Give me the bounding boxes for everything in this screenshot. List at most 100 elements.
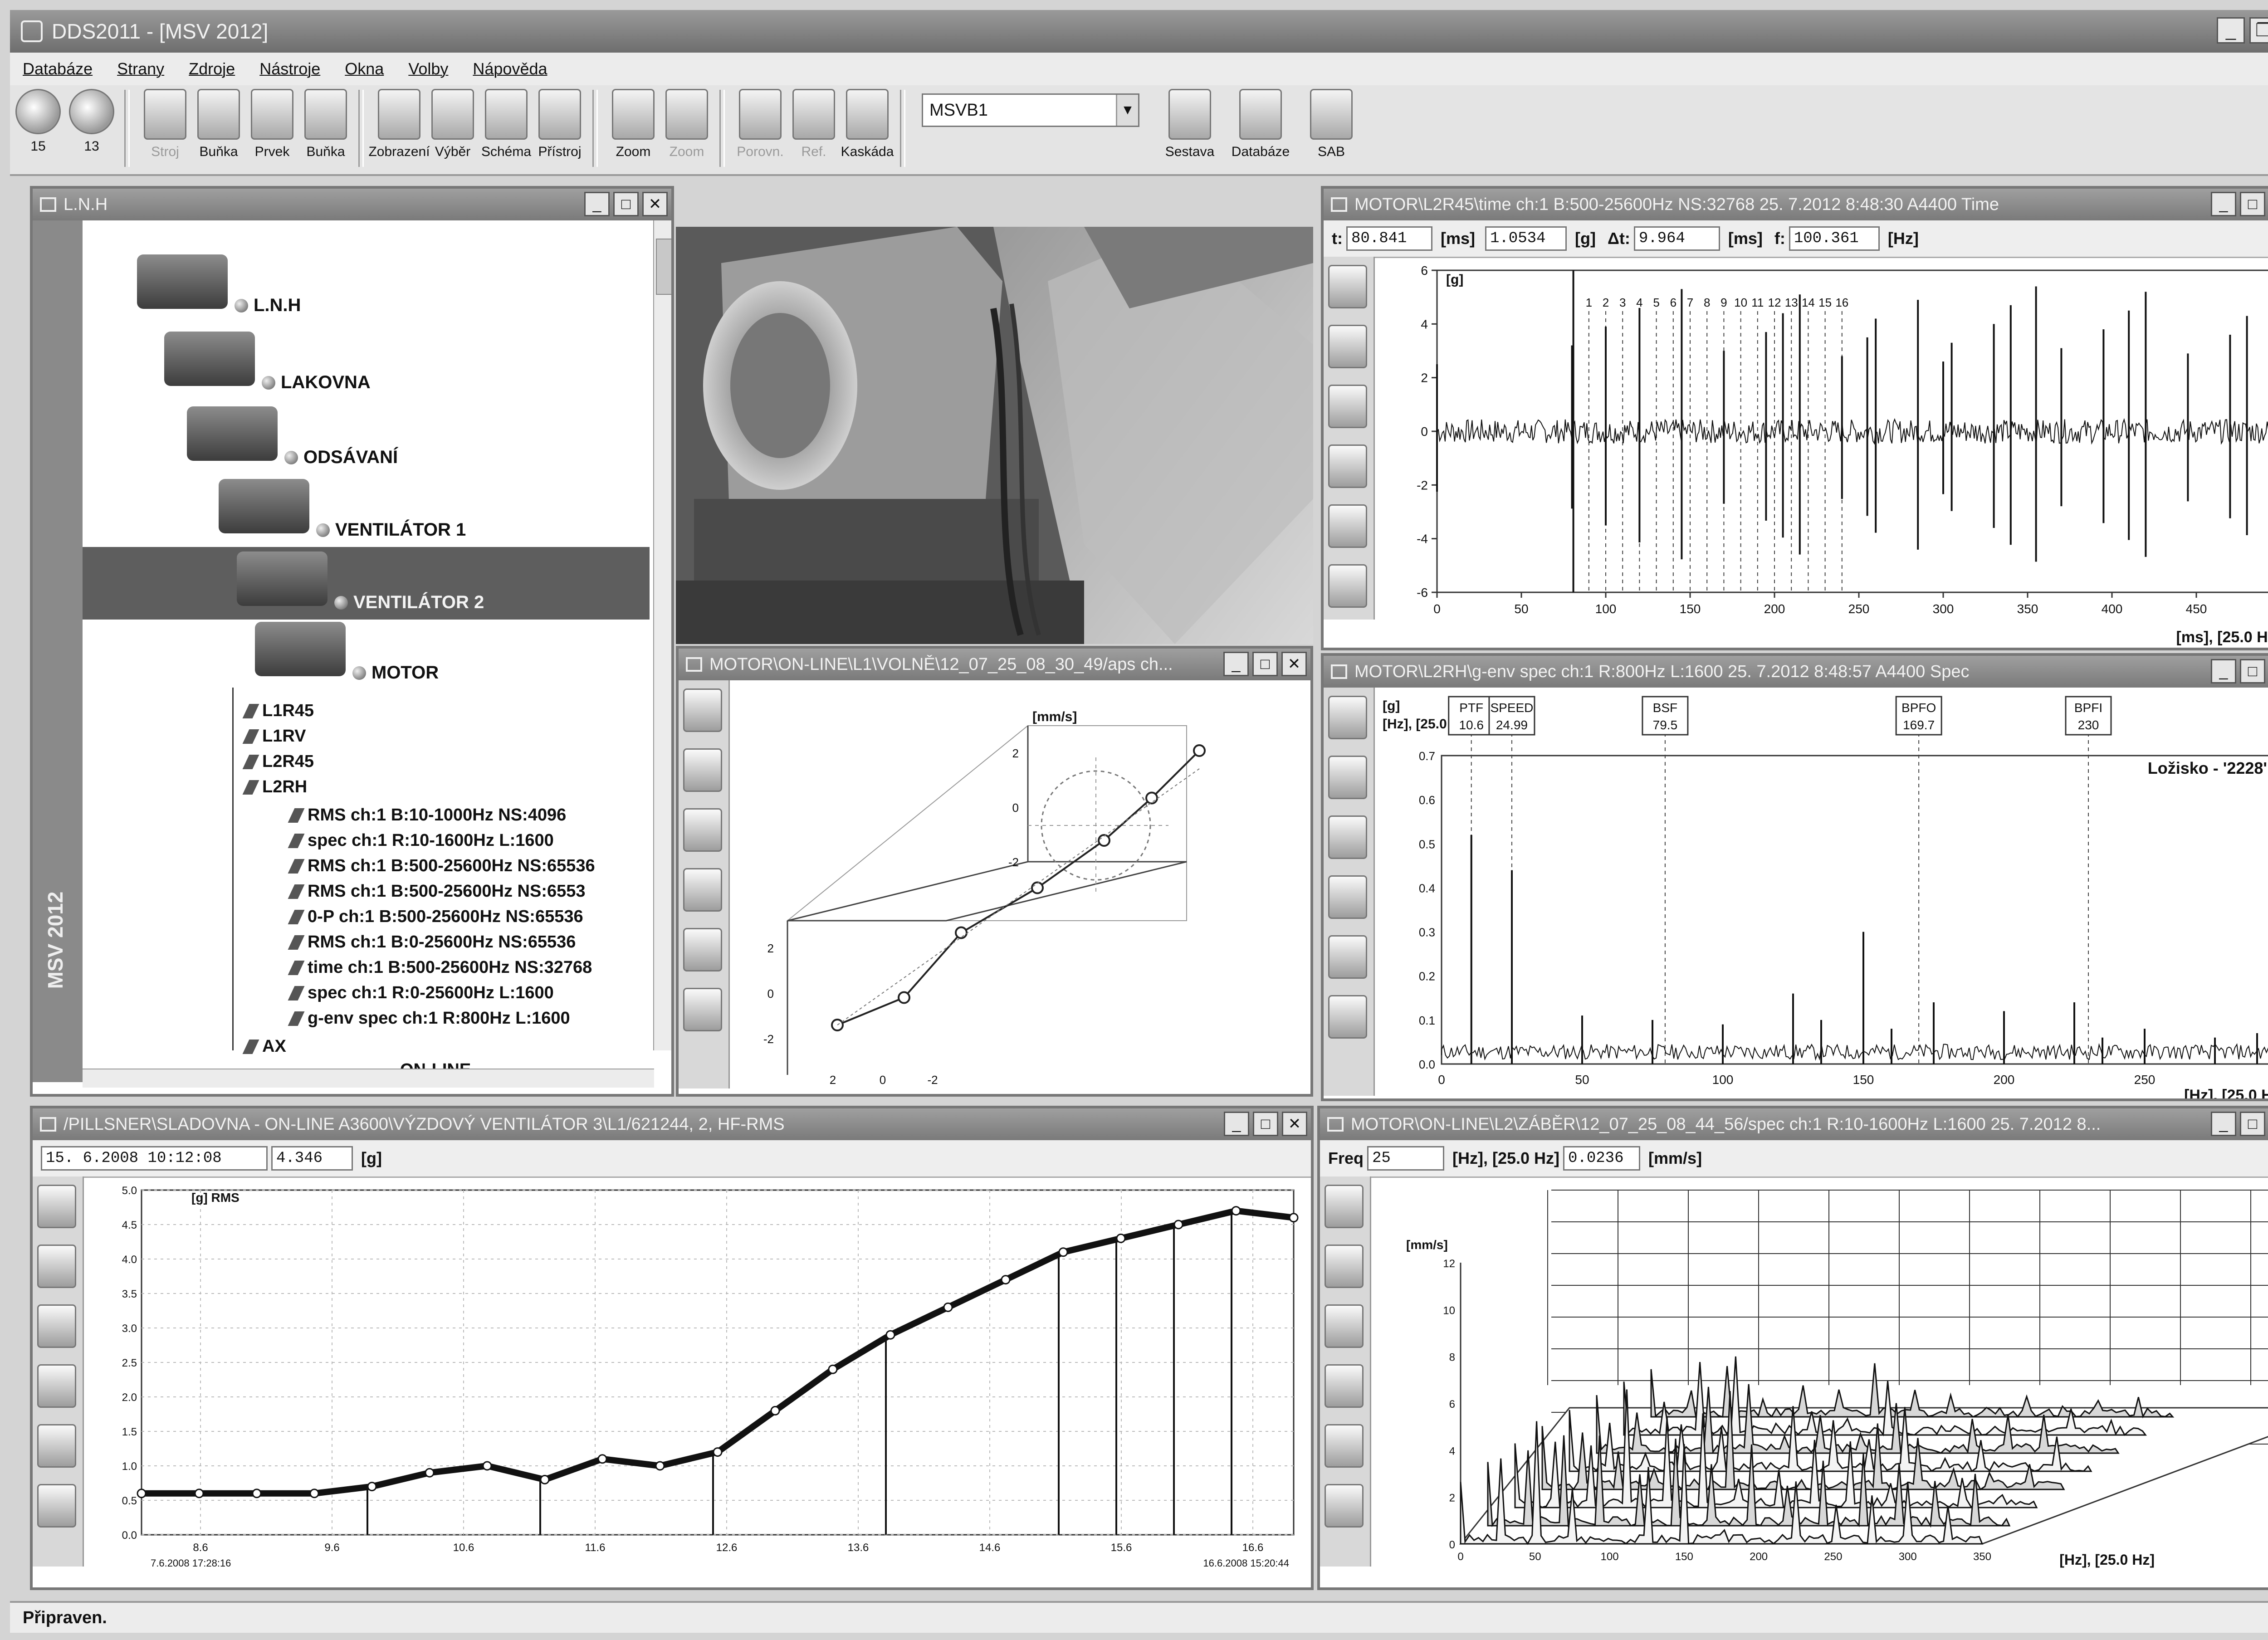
menu-item-5[interactable]: Volby	[408, 59, 448, 78]
chart-icon[interactable]	[1325, 1484, 1364, 1528]
toolbar-button-7[interactable]: Výběr	[427, 85, 478, 170]
toolbar-button-11[interactable]: Zoom	[661, 85, 712, 170]
close-button[interactable]: ✕	[1282, 1112, 1307, 1136]
toolbar-button-12[interactable]: Porovn.	[735, 85, 786, 170]
toolbar-button-9[interactable]: Přístroj	[534, 85, 585, 170]
tree-channel-1[interactable]: L1RV	[242, 727, 306, 746]
graph-type-icon[interactable]	[37, 1185, 76, 1228]
waterfall-window-header[interactable]: MOTOR\ON-LINE\L2\ZÁBĚR\12_07_25_08_44_56…	[1320, 1108, 2268, 1140]
report-icon[interactable]	[683, 988, 722, 1031]
freq-field[interactable]: 25	[1367, 1146, 1445, 1171]
minimize-button[interactable]: _	[2211, 1112, 2236, 1136]
tree-channel-3[interactable]: L2RH	[242, 777, 307, 797]
zoom-icon[interactable]	[683, 748, 722, 792]
maximize-button[interactable]: □	[2240, 659, 2265, 683]
menu-item-6[interactable]: Nápověda	[473, 59, 547, 78]
maximize-button[interactable]: □	[2240, 1112, 2265, 1136]
toolbar-button-1[interactable]: 13	[66, 85, 117, 170]
tree-node-5[interactable]: MOTOR	[352, 663, 439, 683]
grid-icon[interactable]	[1328, 935, 1367, 979]
env-window-header[interactable]: MOTOR\L2RH\g-env spec ch:1 R:800Hz L:160…	[1324, 656, 2268, 688]
graph-type-icon[interactable]	[1328, 696, 1367, 739]
zoom-icon[interactable]	[1328, 325, 1367, 368]
marker-icon[interactable]	[1325, 1304, 1364, 1348]
trend-date-field[interactable]: 15. 6.2008 10:12:08	[41, 1146, 268, 1171]
time-field-0[interactable]: 80.841	[1346, 226, 1432, 251]
tree-node-0[interactable]: L.N.H	[235, 295, 301, 316]
restore-button[interactable]: ❐	[2249, 17, 2268, 44]
report-icon[interactable]	[1328, 504, 1367, 548]
minimize-button[interactable]: _	[2211, 659, 2236, 683]
tree-channel-0[interactable]: L1R45	[242, 701, 314, 721]
toolbar-button-3[interactable]: Buňka	[193, 85, 244, 170]
time-field-2[interactable]: 9.964	[1633, 226, 1720, 251]
report-icon[interactable]	[37, 1484, 76, 1528]
table-icon[interactable]	[37, 1424, 76, 1468]
toolbar-button-5[interactable]: Buňka	[300, 85, 351, 170]
tree-measurement-7[interactable]: spec ch:1 R:0-25600Hz L:1600	[288, 983, 554, 1003]
menu-item-3[interactable]: Nástroje	[259, 59, 320, 78]
maximize-button[interactable]: □	[2240, 192, 2265, 216]
minimize-button[interactable]: _	[584, 192, 610, 216]
graph-type-icon[interactable]	[683, 688, 722, 732]
grid-icon[interactable]	[37, 1304, 76, 1348]
trend-value-field[interactable]: 4.346	[271, 1146, 353, 1171]
tree-node-ax[interactable]: AX	[242, 1037, 286, 1056]
grid-icon[interactable]	[1328, 385, 1367, 428]
tree-window-header[interactable]: L.N.H _ □ ✕	[33, 189, 671, 220]
toolbar-button-8[interactable]: Schéma	[481, 85, 532, 170]
tree-node-4[interactable]: VENTILÁTOR 2	[334, 592, 484, 613]
title-bar[interactable]: DDS2011 - [MSV 2012] _ ❐ ✕	[10, 10, 2268, 53]
tree-measurement-5[interactable]: RMS ch:1 B:0-25600Hz NS:65536	[288, 932, 576, 952]
time-window-header[interactable]: MOTOR\L2R45\time ch:1 B:500-25600Hz NS:3…	[1324, 189, 2268, 220]
toolbar-button-14[interactable]: Kaskáda	[841, 85, 894, 170]
zoom-icon[interactable]	[1328, 756, 1367, 799]
close-button[interactable]: ✕	[642, 192, 668, 216]
grid-icon[interactable]	[1325, 1424, 1364, 1468]
toolbar-right-button-0[interactable]: Sestava	[1156, 85, 1224, 170]
tree-node-cut[interactable]: ON-LINE	[400, 1060, 471, 1069]
tree-node-3[interactable]: VENTILÁTOR 1	[316, 520, 466, 540]
toolbar-button-4[interactable]: Prvek	[247, 85, 298, 170]
time-field-3[interactable]: 100.361	[1789, 226, 1880, 251]
minimize-button[interactable]: _	[1223, 652, 1249, 676]
tree-measurement-8[interactable]: g-env spec ch:1 R:800Hz L:1600	[288, 1009, 570, 1028]
close-button[interactable]: ✕	[1281, 652, 1307, 676]
tree-measurement-1[interactable]: spec ch:1 R:10-1600Hz L:1600	[288, 831, 554, 850]
tree-measurement-4[interactable]: 0-P ch:1 B:500-25600Hz NS:65536	[288, 907, 583, 927]
toolbar-button-2[interactable]: Stroj	[140, 85, 191, 170]
chart-icon[interactable]	[683, 868, 722, 912]
tree-scrollbar-h[interactable]	[83, 1069, 654, 1088]
chart-icon[interactable]	[37, 1364, 76, 1408]
toolbar-button-6[interactable]: Zobrazení	[368, 85, 430, 170]
menu-item-0[interactable]: Databáze	[23, 59, 93, 78]
tree-measurement-3[interactable]: RMS ch:1 B:500-25600Hz NS:6553	[288, 882, 586, 901]
tree-measurement-0[interactable]: RMS ch:1 B:10-1000Hz NS:4096	[288, 805, 566, 825]
tree-scrollbar-v[interactable]	[653, 220, 671, 1050]
minimize-button[interactable]: _	[2211, 192, 2236, 216]
chart-icon[interactable]	[1328, 444, 1367, 488]
time-field-1[interactable]: 1.0534	[1485, 226, 1567, 251]
instrument-combo[interactable]: MSVB1 ▼	[922, 93, 1139, 127]
grid-icon[interactable]	[683, 808, 722, 852]
toolbar-button-0[interactable]: 15	[13, 85, 64, 170]
trend-window-header[interactable]: /PILLSNER\SLADOVNA - ON-LINE A3600\VÝZDO…	[33, 1108, 1311, 1140]
tree-channel-2[interactable]: L2R45	[242, 752, 314, 771]
minimize-button[interactable]: _	[1224, 1112, 1249, 1136]
toolbar-button-13[interactable]: Ref.	[788, 85, 839, 170]
toolbar-button-10[interactable]: Zoom	[608, 85, 659, 170]
amplitude-field[interactable]: 0.0236	[1563, 1146, 1641, 1171]
toolbar-right-button-1[interactable]: Databáze	[1227, 85, 1295, 170]
table-icon[interactable]	[1328, 564, 1367, 608]
menu-item-1[interactable]: Strany	[117, 59, 164, 78]
menu-item-4[interactable]: Okna	[345, 59, 384, 78]
zoom-icon[interactable]	[1325, 1245, 1364, 1288]
chevron-down-icon[interactable]: ▼	[1116, 95, 1138, 126]
marker-icon[interactable]	[1328, 815, 1367, 859]
zoom-icon[interactable]	[37, 1245, 76, 1288]
menu-item-2[interactable]: Zdroje	[189, 59, 235, 78]
minimize-button[interactable]: _	[2217, 17, 2245, 44]
tree-measurement-6[interactable]: time ch:1 B:500-25600Hz NS:32768	[288, 958, 592, 977]
tree-measurement-2[interactable]: RMS ch:1 B:500-25600Hz NS:65536	[288, 856, 595, 876]
scroll-thumb[interactable]	[656, 239, 671, 295]
